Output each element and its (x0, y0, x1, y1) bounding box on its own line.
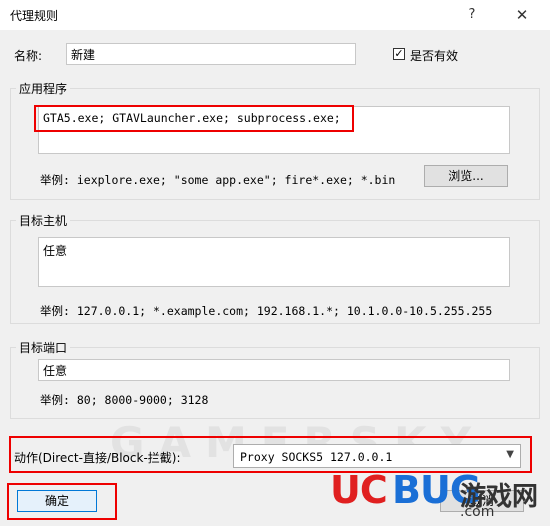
close-button[interactable]: ✕ (508, 4, 536, 26)
name-label: 名称: (14, 49, 43, 63)
target-ports-example: 举例: 80; 8000-9000; 3128 (40, 393, 209, 407)
target-ports-input[interactable]: 任意 (38, 359, 510, 381)
check-icon: ✓ (394, 47, 404, 60)
highlight-box-applications (34, 105, 354, 132)
name-input[interactable]: 新建 (66, 43, 356, 65)
target-ports-value: 任意 (43, 364, 68, 378)
target-ports-group (10, 347, 540, 419)
applications-group-title: 应用程序 (16, 80, 71, 97)
target-hosts-textarea[interactable]: 任意 (38, 237, 510, 287)
window-title: 代理规则 (10, 9, 59, 23)
ucbug-logo: UC BUG 游戏网 .com (330, 466, 550, 526)
target-ports-group-title: 目标端口 (16, 339, 71, 356)
target-hosts-value: 任意 (43, 244, 68, 258)
enabled-label: 是否有效 (410, 49, 459, 63)
name-input-value: 新建 (71, 48, 96, 62)
help-button[interactable]: ? (458, 4, 486, 26)
target-hosts-example: 举例: 127.0.0.1; *.example.com; 192.168.1.… (40, 304, 493, 318)
enabled-checkbox[interactable]: ✓ (393, 48, 405, 60)
highlight-box-ok (7, 483, 117, 520)
target-hosts-group-title: 目标主机 (16, 212, 71, 229)
logo-uc-text: UC (330, 468, 388, 512)
logo-com-text: .com (460, 504, 495, 520)
browse-button[interactable]: 浏览... (424, 165, 508, 187)
applications-example: 举例: iexplore.exe; "some app.exe"; fire*.… (40, 173, 396, 187)
